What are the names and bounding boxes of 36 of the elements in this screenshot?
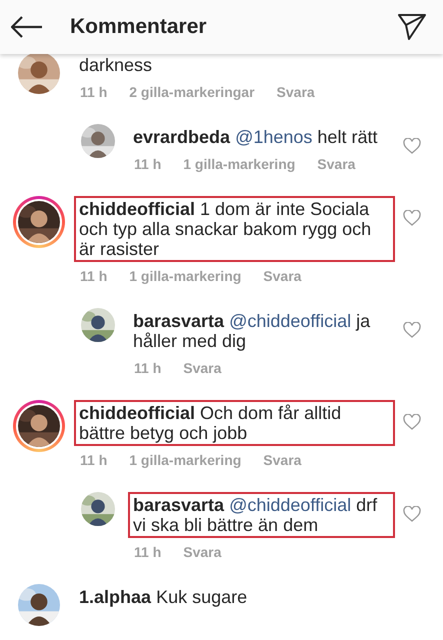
mention-link[interactable]: @1henos: [235, 127, 312, 147]
comment-text: chiddeofficial Och dom får alltid bättre betyg och jobb: [74, 400, 395, 446]
mention-link[interactable]: @chiddeofficial: [229, 495, 352, 515]
send-icon[interactable]: [397, 13, 427, 41]
comment-text: barasvarta @chiddeofficial drf vi ska bli bättre än dem: [128, 492, 395, 538]
heart-icon[interactable]: [403, 322, 421, 338]
back-icon[interactable]: [11, 16, 43, 38]
comment-text: evrardbeda @1henos helt rätt: [132, 126, 378, 149]
likes-link[interactable]: 1 gilla-markering: [129, 268, 242, 284]
reply-link[interactable]: Svara: [263, 452, 302, 468]
timestamp: 11 h: [80, 268, 108, 284]
comment-text: chiddeofficial 1 dom är inte Sociala och typ alla snackar bakom rygg och är rasister: [74, 196, 395, 262]
reply-link[interactable]: Svara: [183, 544, 222, 560]
mention-link[interactable]: @chiddeofficial: [229, 311, 352, 331]
heart-icon[interactable]: [403, 210, 421, 226]
reply-link[interactable]: Svara: [263, 268, 302, 284]
timestamp: 11 h: [80, 84, 108, 100]
likes-link[interactable]: 2 gilla-markeringar: [129, 84, 255, 100]
likes-link[interactable]: 1 gilla-markering: [183, 156, 296, 172]
likes-link[interactable]: 1 gilla-markering: [129, 452, 242, 468]
timestamp: 11 h: [134, 544, 162, 560]
heart-icon[interactable]: [403, 506, 421, 522]
comment-text: barasvarta @chiddeofficial ja håller med dig: [132, 310, 372, 353]
timestamp: 11 h: [134, 156, 162, 172]
comment-text: 1.alphaa Kuk sugare: [78, 586, 248, 609]
timestamp: 11 h: [134, 360, 162, 376]
heart-icon[interactable]: [403, 414, 421, 430]
story-ring[interactable]: [13, 400, 65, 452]
page-title: Kommentarer: [70, 15, 208, 39]
comment-text: darkness: [78, 54, 154, 77]
reply-link[interactable]: Svara: [183, 360, 222, 376]
heart-icon[interactable]: [403, 138, 421, 154]
story-ring[interactable]: [13, 196, 65, 248]
timestamp: 11 h: [80, 452, 108, 468]
reply-link[interactable]: Svara: [317, 156, 356, 172]
reply-link[interactable]: Svara: [276, 84, 315, 100]
